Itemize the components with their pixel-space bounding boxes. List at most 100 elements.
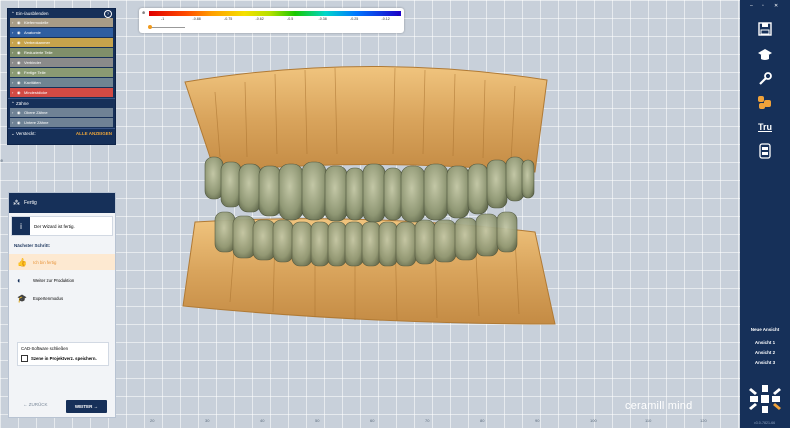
view-1-button[interactable]: Ansicht 1 bbox=[740, 340, 790, 345]
version-label: v3.0-7821-66 bbox=[754, 421, 776, 425]
minimize-icon[interactable]: – bbox=[750, 3, 753, 9]
ceramill-logo-icon[interactable] bbox=[745, 384, 785, 414]
ruler-tick-label: 20 bbox=[150, 418, 155, 423]
ruler-tick-label: 30 bbox=[205, 418, 210, 423]
close-software-box: CAD-Software schließen Szene in Projektv… bbox=[17, 342, 109, 366]
wizard-option-label: Ich bin fertig bbox=[33, 259, 57, 265]
hidden-layers-row: ⌄ Versteckt: ALLE ANZEIGEN bbox=[8, 128, 115, 138]
layer-label: Reduzierte Teile bbox=[24, 50, 53, 55]
new-view-header: Neue Ansicht bbox=[750, 327, 780, 332]
scale-tick-label: -0.12 bbox=[381, 17, 390, 21]
ruler-tick-label: 90 bbox=[535, 418, 540, 423]
layer-row-l6[interactable]: › ◉ Kavitäten bbox=[10, 78, 113, 87]
scale-tick-label: -1 bbox=[161, 17, 165, 21]
layer-label: Untere Zähne bbox=[24, 120, 49, 125]
ruler-tick-label: 60 bbox=[370, 418, 375, 423]
scale-tick-label: -0.38 bbox=[318, 17, 327, 21]
layer-row-l5[interactable]: › ◉ Fertige Teile bbox=[10, 68, 113, 77]
restore-icon[interactable]: ▫ bbox=[762, 3, 764, 9]
eye-icon[interactable]: ◉ bbox=[17, 40, 24, 45]
layer-label: Kiefermodelle bbox=[24, 20, 49, 25]
back-button[interactable]: ← ZURÜCK bbox=[23, 402, 48, 407]
layer-row-l1[interactable]: › ◉ Anatomie bbox=[10, 28, 113, 37]
scale-tick-label: -0.75 bbox=[224, 17, 233, 21]
help-icon[interactable]: ? bbox=[104, 9, 112, 18]
layer-row-t1[interactable]: › ◉ Untere Zähne bbox=[10, 118, 113, 127]
eye-icon[interactable]: ◉ bbox=[17, 20, 24, 25]
production-icon: ◐ bbox=[17, 275, 22, 285]
layer-panel-title: Ein-/ausblenden bbox=[16, 11, 49, 16]
eye-icon[interactable]: ◉ bbox=[17, 90, 24, 95]
layer-label: Fertige Teile bbox=[24, 70, 46, 75]
thumbs-up-icon: 👍 bbox=[17, 257, 27, 267]
chevron-down-icon[interactable]: ⌄ bbox=[396, 12, 400, 18]
layer-label: Mindestdicke bbox=[24, 90, 48, 95]
scale-title: ⊕ bbox=[142, 10, 146, 15]
back-label: ZURÜCK bbox=[28, 402, 48, 407]
eye-icon[interactable]: ◉ bbox=[17, 70, 24, 75]
layer-label: Kavitäten bbox=[24, 80, 41, 85]
info-icon: i bbox=[12, 217, 30, 235]
scale-tick-label: -0.25 bbox=[350, 17, 359, 21]
thickness-color-scale: ⊕ -1 -0.88 -0.75 -0.62 -0.5 -0.38 -0.25 -0.12 ⌄ bbox=[139, 8, 404, 33]
wizard-panel: ⁂ Fertig i Der Wizard ist fertig. Nächst… bbox=[8, 192, 116, 418]
scale-ticks: -1 -0.88 -0.75 -0.62 -0.5 -0.38 -0.25 -0.12 bbox=[149, 17, 401, 23]
tru-icon[interactable]: Tru bbox=[755, 118, 775, 136]
ruler-tick-label: 100 bbox=[590, 418, 597, 423]
next-step-label: Nächster Schritt: bbox=[14, 243, 51, 248]
graduation-cap-icon[interactable] bbox=[755, 46, 775, 64]
dental-model[interactable] bbox=[175, 62, 560, 327]
wizard-header: ⁂ Fertig bbox=[9, 193, 115, 213]
layer-row-l4[interactable]: › ◉ Verbinder bbox=[10, 58, 113, 67]
ruler-left-label: ⊕ bbox=[0, 158, 4, 163]
ruler-tick-label: 70 bbox=[425, 418, 430, 423]
layer-visibility-panel: ⌃ Ein-/ausblenden ? › ◉ Kiefermodelle › ◉ Ana… bbox=[7, 8, 116, 145]
layer-row-l0[interactable]: › ◉ Kiefermodelle bbox=[10, 18, 113, 27]
wizard-option-1[interactable]: ◐ Weiter zur Produktion bbox=[9, 272, 115, 288]
layer-panel-header[interactable]: ⌃ Ein-/ausblenden ? bbox=[8, 9, 115, 18]
checkbox-icon[interactable] bbox=[21, 355, 28, 362]
save-scene-label: Szene in Projektverz. speichern. bbox=[31, 356, 97, 361]
ruler-tick-label: 80 bbox=[480, 418, 485, 423]
forward-button[interactable]: WEITER → bbox=[66, 400, 107, 413]
layer-row-l2[interactable]: › ◉ Verbeokanmer bbox=[10, 38, 113, 47]
wizard-icon: ⁂ bbox=[13, 200, 20, 207]
ruler-tick-label: 110 bbox=[645, 418, 652, 423]
save-scene-checkbox[interactable]: Szene in Projektverz. speichern. bbox=[21, 355, 105, 362]
view-2-button[interactable]: Ansicht 2 bbox=[740, 350, 790, 355]
wizard-option-2[interactable]: 🎓 Expertenmodus bbox=[9, 290, 115, 306]
close-icon[interactable]: ✕ bbox=[774, 3, 778, 9]
scale-slider-knob[interactable] bbox=[148, 25, 152, 29]
brand-logo: ceramill mind bbox=[625, 400, 693, 412]
layer-row-l7[interactable]: › ◉ Mindestdicke bbox=[10, 88, 113, 97]
teeth-section-header[interactable]: ⌃ Zähne bbox=[8, 98, 115, 108]
forward-label: WEITER bbox=[74, 404, 93, 409]
scan-icon[interactable] bbox=[755, 142, 775, 160]
scale-tick-label: -0.5 bbox=[287, 17, 294, 21]
arrow-right-icon: → bbox=[92, 404, 99, 409]
layer-label: Obere Zähne bbox=[24, 110, 48, 115]
wizard-message: i Der Wizard ist fertig. bbox=[11, 216, 113, 236]
eye-icon[interactable]: ◉ bbox=[17, 80, 24, 85]
teeth-icon[interactable] bbox=[755, 94, 775, 112]
layer-label: Verbeokanmer bbox=[24, 40, 51, 45]
eye-icon[interactable]: ◉ bbox=[17, 30, 24, 35]
ruler-tick-label: 120 bbox=[700, 418, 707, 423]
ruler-tick-label: 40 bbox=[260, 418, 265, 423]
wrench-icon[interactable] bbox=[755, 70, 775, 88]
wizard-option-0[interactable]: 👍 Ich bin fertig bbox=[9, 254, 115, 270]
show-all-button[interactable]: ALLE ANZEIGEN bbox=[76, 131, 112, 136]
eye-icon[interactable]: ◉ bbox=[17, 120, 24, 125]
save-icon[interactable] bbox=[755, 20, 775, 38]
layer-label: Verbinder bbox=[24, 60, 42, 65]
scale-slider-track[interactable] bbox=[149, 27, 185, 28]
view-3-button[interactable]: Ansicht 3 bbox=[740, 360, 790, 365]
eye-icon[interactable]: ◉ bbox=[17, 60, 24, 65]
layer-row-l3[interactable]: › ◉ Reduzierte Teile bbox=[10, 48, 113, 57]
eye-icon[interactable]: ◉ bbox=[17, 50, 24, 55]
ruler-bottom: 2030405060708090100110120130 bbox=[0, 418, 762, 428]
eye-icon[interactable]: ◉ bbox=[17, 110, 24, 115]
teeth-section-title: Zähne bbox=[16, 101, 29, 106]
layer-row-t0[interactable]: › ◉ Obere Zähne bbox=[10, 108, 113, 117]
scale-tick-label: -0.88 bbox=[192, 17, 201, 21]
